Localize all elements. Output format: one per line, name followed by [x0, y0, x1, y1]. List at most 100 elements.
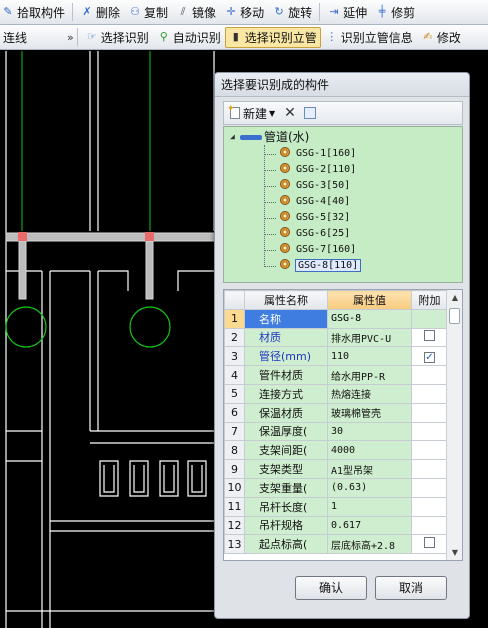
table-row[interactable]: 3 管径(mm) 110 ✓	[224, 346, 448, 367]
table-row[interactable]: 10 支架重量( (0.63)	[224, 477, 448, 498]
table-row[interactable]: 6 保温材质 玻璃棉管壳	[224, 402, 448, 423]
table-row[interactable]: 13 起点标高( 层底标高+2.8	[224, 534, 448, 555]
tree-connector	[264, 202, 276, 203]
component-tree: ◢ 管道(水) GSG-1[160] GSG-2[110] GSG-3[50] …	[223, 126, 463, 283]
row-index: 12	[224, 515, 245, 536]
property-name: 吊杆规格	[244, 515, 328, 536]
tree-connector	[264, 234, 276, 235]
mirror-icon: ⫽	[180, 5, 186, 18]
property-value[interactable]: 层底标高+2.8	[327, 534, 412, 555]
gear-icon	[280, 243, 290, 253]
modify-button[interactable]: ✍ 修改	[417, 27, 465, 48]
rotate-button[interactable]: ↻ 旋转	[268, 2, 316, 23]
tree-item[interactable]: GSG-4[40]	[280, 194, 350, 210]
property-value[interactable]: 玻璃棉管壳	[327, 402, 412, 423]
rotate-icon: ↻	[274, 5, 284, 18]
gear-icon	[280, 163, 290, 173]
riser-icon: ▮	[232, 30, 239, 43]
pick-component-button[interactable]: ✎ 拾取构件	[0, 2, 69, 23]
table-row[interactable]: 5 连接方式 热熔连接	[224, 383, 448, 404]
scroll-down-icon[interactable]: ▼	[447, 548, 462, 557]
copy-button[interactable]: ⚇ 复制	[124, 2, 172, 23]
property-value[interactable]: 给水用PP-R	[327, 365, 412, 385]
corner-header	[224, 290, 245, 310]
cancel-button[interactable]: 取消	[375, 576, 447, 600]
table-row[interactable]: 2 材质 排水用PVC-U	[224, 327, 448, 348]
select-identify-riser-button[interactable]: ▮ 选择识别立管	[224, 26, 321, 48]
add-cell	[411, 459, 448, 479]
add-checkbox[interactable]	[424, 330, 435, 342]
select-identify-button[interactable]: ☞ 选择识别	[81, 27, 153, 48]
property-value[interactable]: 热熔连接	[327, 383, 412, 404]
identify-riser-info-button[interactable]: ⋮ 识别立管信息	[321, 27, 417, 48]
auto-identify-button[interactable]: ⚲ 自动识别	[153, 27, 225, 48]
property-value[interactable]: 110	[327, 346, 412, 367]
gear-icon	[280, 147, 290, 157]
table-row[interactable]: 7 保温厚度( 30	[224, 421, 448, 442]
connect-line-button[interactable]: 连线	[0, 27, 31, 48]
wall-lines	[5, 51, 215, 628]
header-value: 属性值	[327, 290, 412, 310]
add-cell	[411, 402, 448, 423]
branch-pipe[interactable]	[145, 240, 154, 300]
property-value[interactable]: 0.617	[327, 515, 412, 536]
collapse-arrow-icon[interactable]: ◢	[230, 132, 235, 141]
property-value[interactable]: (0.63)	[327, 477, 412, 498]
select-cursor-icon: ☞	[86, 30, 97, 43]
new-button[interactable]: ✦ 新建 ▼	[227, 104, 278, 122]
tree-connector	[264, 218, 276, 219]
tree-item[interactable]: GSG-3[50]	[280, 178, 350, 194]
add-cell	[411, 515, 448, 536]
move-button[interactable]: ✛ 移动	[220, 2, 268, 23]
table-row[interactable]: 4 管件材质 给水用PP-R	[224, 365, 448, 385]
table-row[interactable]: 11 吊杆长度( 1	[224, 496, 448, 517]
property-value[interactable]: GSG-8	[327, 308, 412, 329]
dialog-toolbar: ✦ 新建 ▼ ✕	[223, 101, 463, 125]
property-name: 管径(mm)	[244, 346, 328, 367]
fixture-circle	[129, 306, 171, 348]
trim-button[interactable]: ╪ 修剪	[371, 2, 419, 23]
dialog-title: 选择要识别成的构件	[215, 73, 469, 97]
tree-item[interactable]: GSG-2[110]	[280, 162, 356, 178]
property-value[interactable]: 1	[327, 496, 412, 517]
property-value[interactable]: 30	[327, 421, 412, 442]
tree-root[interactable]: 管道(水)	[264, 129, 309, 145]
tree-item-selected[interactable]: GSG-8[110]	[280, 258, 362, 274]
tree-item[interactable]: GSG-5[32]	[280, 210, 350, 226]
add-checkbox-checked[interactable]: ✓	[424, 351, 435, 363]
table-row[interactable]: 9 支架类型 A1型吊架	[224, 459, 448, 479]
add-checkbox[interactable]	[424, 537, 435, 549]
pipe-node[interactable]	[18, 232, 27, 241]
property-value[interactable]: A1型吊架	[327, 459, 412, 479]
extend-button[interactable]: ⇥ 延伸	[323, 2, 371, 23]
property-value[interactable]: 排水用PVC-U	[327, 327, 412, 348]
copy-icon[interactable]	[303, 107, 316, 119]
add-cell	[411, 534, 448, 555]
header-add: 附加	[411, 290, 448, 310]
trim-icon: ╪	[378, 5, 386, 18]
toolbar-separator	[76, 28, 78, 46]
horizontal-pipe[interactable]	[5, 232, 215, 242]
scroll-up-icon[interactable]: ▲	[447, 293, 462, 302]
overflow-chevron-icon[interactable]: »	[67, 31, 74, 44]
delete-icon[interactable]: ✕	[284, 105, 296, 121]
tree-connector	[264, 145, 265, 265]
tree-item[interactable]: GSG-1[160]	[280, 146, 356, 162]
tree-item[interactable]: GSG-7[160]	[280, 242, 356, 258]
mirror-button[interactable]: ⫽ 镜像	[172, 2, 220, 23]
add-cell: ✓	[411, 346, 448, 367]
property-value[interactable]: 4000	[327, 440, 412, 461]
tree-item[interactable]: GSG-6[25]	[280, 226, 350, 242]
tree-connector	[264, 154, 276, 155]
branch-pipe[interactable]	[18, 240, 27, 300]
ok-button[interactable]: 确认	[295, 576, 367, 600]
add-cell	[411, 477, 448, 498]
pipe-node[interactable]	[145, 232, 154, 241]
scroll-thumb[interactable]	[449, 308, 460, 324]
table-row[interactable]: 12 吊杆规格 0.617	[224, 515, 448, 536]
gear-icon	[280, 179, 290, 189]
table-row[interactable]: 1 名称 GSG-8	[224, 308, 448, 329]
table-row[interactable]: 8 支架间距( 4000	[224, 440, 448, 461]
delete-button[interactable]: ✗ 删除	[76, 2, 124, 23]
grid-scrollbar[interactable]: ▲ ▼	[446, 290, 462, 560]
